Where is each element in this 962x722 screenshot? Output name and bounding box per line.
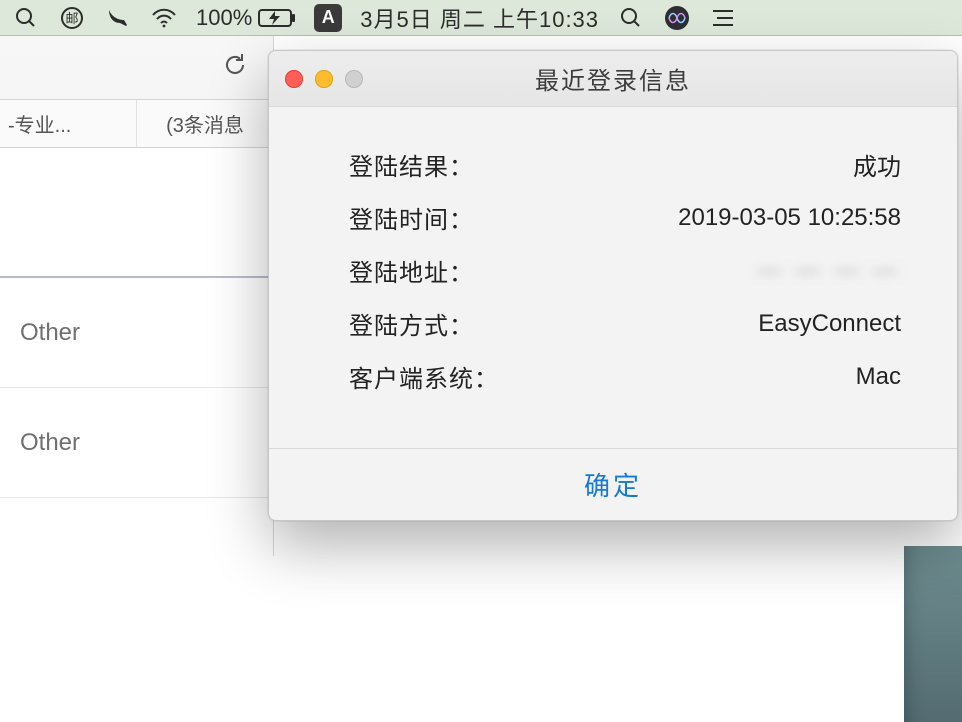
siri-icon[interactable]: [663, 4, 691, 32]
close-button[interactable]: [285, 70, 303, 88]
mail-icon[interactable]: 邮: [58, 4, 86, 32]
reload-button[interactable]: [221, 51, 249, 84]
search-icon[interactable]: [617, 4, 645, 32]
label-login-address: 登陆地址：: [349, 253, 529, 288]
battery-charging-icon: [258, 8, 296, 28]
dialog-titlebar: 最近登录信息: [269, 51, 957, 107]
menubar: 邮 100% A 3月5日 周二 上午10:33: [0, 0, 962, 36]
list-item[interactable]: Other: [0, 278, 273, 388]
list-item[interactable]: Other: [0, 388, 273, 498]
bg-tab-left[interactable]: -专业...: [0, 100, 137, 147]
wifi-icon[interactable]: [150, 4, 178, 32]
notification-center-icon[interactable]: [709, 4, 737, 32]
row-login-result: 登陆结果： 成功: [349, 147, 901, 182]
bg-tabs: -专业... (3条消息: [0, 100, 273, 148]
minimize-button[interactable]: [315, 70, 333, 88]
dialog-content: 登陆结果： 成功 登陆时间： 2019-03-05 10:25:58 登陆地址：…: [269, 107, 957, 448]
dialog-title: 最近登录信息: [535, 61, 691, 96]
label-login-time: 登陆时间：: [349, 200, 529, 235]
desktop-wallpaper-peek: [904, 546, 962, 722]
window-controls: [285, 70, 363, 88]
input-method-indicator[interactable]: A: [314, 4, 342, 32]
battery-status[interactable]: 100%: [196, 5, 296, 31]
row-login-address: 登陆地址： — — — —: [349, 253, 901, 288]
value-client-os: Mac: [529, 363, 901, 391]
label-client-os: 客户端系统：: [349, 359, 529, 394]
value-login-time: 2019-03-05 10:25:58: [529, 204, 901, 232]
row-login-method: 登陆方式： EasyConnect: [349, 306, 901, 341]
bird-icon[interactable]: [104, 4, 132, 32]
spotlight-left-icon[interactable]: [12, 4, 40, 32]
menubar-datetime[interactable]: 3月5日 周二 上午10:33: [360, 2, 599, 34]
dialog-footer: 确定: [269, 448, 957, 520]
background-window: -专业... (3条消息 Other Other: [0, 36, 274, 556]
value-login-address: — — — —: [529, 257, 901, 285]
label-login-method: 登陆方式：: [349, 306, 529, 341]
value-login-method: EasyConnect: [529, 310, 901, 338]
bg-toolbar: [0, 36, 273, 100]
label-login-result: 登陆结果：: [349, 147, 529, 182]
login-info-dialog: 最近登录信息 登陆结果： 成功 登陆时间： 2019-03-05 10:25:5…: [268, 50, 958, 521]
bg-selected-area: [0, 148, 273, 278]
value-login-result: 成功: [529, 147, 901, 182]
battery-pct: 100%: [196, 5, 252, 31]
row-login-time: 登陆时间： 2019-03-05 10:25:58: [349, 200, 901, 235]
bg-tab-right[interactable]: (3条消息: [137, 100, 273, 147]
svg-text:邮: 邮: [65, 11, 78, 26]
row-client-os: 客户端系统： Mac: [349, 359, 901, 394]
zoom-button[interactable]: [345, 70, 363, 88]
ok-button[interactable]: 确定: [584, 466, 642, 503]
